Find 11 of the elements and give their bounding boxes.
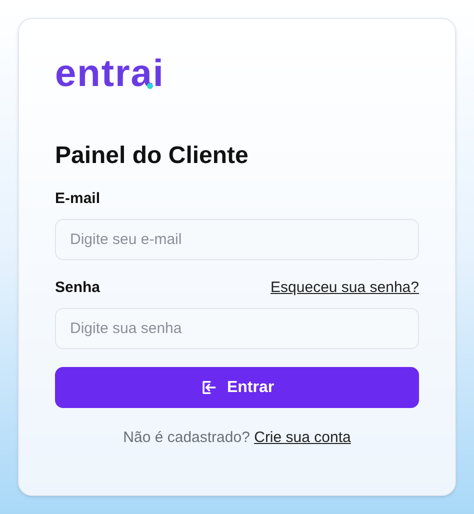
login-icon: [200, 379, 217, 396]
password-field[interactable]: Digite sua senha: [55, 308, 419, 349]
login-button[interactable]: Entrar: [55, 367, 419, 408]
signup-link[interactable]: Crie sua conta: [254, 429, 351, 446]
forgot-password-link[interactable]: Esqueceu sua senha?: [270, 278, 419, 298]
email-label: E-mail: [55, 189, 100, 209]
password-label: Senha: [55, 278, 100, 298]
page-title: Painel do Cliente: [55, 141, 250, 171]
email-field[interactable]: Digite seu e-mail: [55, 219, 419, 260]
signup-prompt: Não é cadastrado? Crie sua conta: [122, 428, 352, 448]
logo: entrai: [55, 52, 164, 97]
